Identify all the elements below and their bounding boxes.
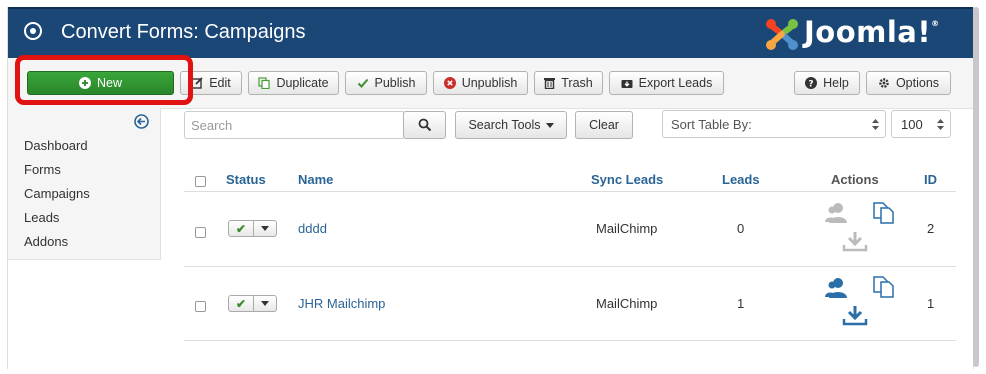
publish-button[interactable]: Publish [345, 71, 427, 95]
table-divider [184, 191, 956, 192]
sidebar-item-dashboard[interactable]: Dashboard [24, 138, 88, 153]
select-arrows-icon [937, 119, 944, 130]
sidebar-item-leads[interactable]: Leads [24, 210, 59, 225]
app-window: Convert Forms: Campaigns Joomla!® New Ed… [7, 7, 974, 369]
search-tools-button[interactable]: Search Tools [455, 111, 567, 139]
copy-icon [258, 77, 271, 89]
sort-table-select[interactable]: Sort Table By: [662, 110, 886, 138]
duplicate-button[interactable]: Duplicate [248, 71, 339, 95]
copy-icon[interactable] [872, 201, 896, 225]
search-input[interactable]: Search [184, 111, 405, 139]
copy-icon[interactable] [872, 275, 896, 299]
column-header-sync-leads[interactable]: Sync Leads [591, 172, 663, 187]
status-toggle[interactable]: ✔ [228, 295, 277, 312]
published-check-icon[interactable]: ✔ [229, 296, 254, 311]
view-leads-icon[interactable] [824, 277, 850, 299]
sidebar-item-campaigns[interactable]: Campaigns [24, 186, 90, 201]
help-button[interactable]: ? Help [794, 71, 860, 95]
sidebar-item-forms[interactable]: Forms [24, 162, 61, 177]
column-header-actions: Actions [831, 172, 879, 187]
joomla-logo-icon [766, 19, 798, 50]
trash-button[interactable]: Trash [534, 71, 603, 95]
row-checkbox[interactable] [195, 227, 206, 238]
status-toggle[interactable]: ✔ [228, 220, 277, 237]
leads-count-cell: 1 [737, 296, 745, 311]
sidebar-item-addons[interactable]: Addons [24, 234, 68, 249]
question-circle-icon: ? [805, 77, 818, 89]
trash-icon [544, 77, 556, 89]
options-button[interactable]: Options [866, 71, 951, 95]
campaign-name-link[interactable]: JHR Mailchimp [298, 296, 385, 311]
column-header-status[interactable]: Status [226, 172, 266, 187]
column-header-name[interactable]: Name [298, 172, 333, 187]
view-leads-icon-disabled [825, 203, 847, 223]
id-cell: 2 [927, 221, 935, 236]
page-header: Convert Forms: Campaigns Joomla!® [8, 7, 973, 58]
id-cell: 1 [927, 296, 935, 311]
collapse-sidebar-icon[interactable] [134, 114, 149, 129]
table-divider [184, 340, 956, 341]
sync-leads-cell: MailChimp [596, 296, 658, 311]
page-title: Convert Forms: Campaigns [61, 21, 306, 43]
select-arrows-icon [872, 119, 879, 130]
unpublish-x-icon [443, 77, 456, 89]
list-limit-select[interactable]: 100 [891, 110, 951, 138]
svg-text:?: ? [809, 79, 814, 89]
clear-button[interactable]: Clear [575, 111, 633, 139]
table-divider [184, 266, 956, 267]
sync-leads-cell: MailChimp [596, 221, 658, 236]
campaign-name-link[interactable]: dddd [298, 221, 327, 236]
leads-count-cell: 0 [737, 221, 745, 236]
published-check-icon[interactable]: ✔ [229, 221, 254, 236]
row-checkbox[interactable] [195, 301, 206, 312]
vertical-scrollbar[interactable] [973, 7, 979, 367]
download-box-icon [621, 77, 633, 89]
column-header-leads[interactable]: Leads [722, 172, 760, 187]
sidebar: Dashboard Forms Campaigns Leads Addons [8, 108, 161, 260]
caret-down-icon [545, 122, 554, 128]
joomla-logo-text: Joomla!® [804, 15, 940, 49]
caret-down-icon[interactable] [254, 296, 276, 311]
target-icon [24, 22, 42, 40]
edit-icon [191, 77, 203, 89]
new-button-highlight [15, 55, 193, 105]
column-header-id[interactable]: ID [924, 172, 937, 187]
search-button[interactable] [403, 111, 446, 139]
download-icon[interactable] [842, 304, 868, 326]
caret-down-icon[interactable] [254, 221, 276, 236]
gear-icon [878, 77, 890, 89]
export-leads-button[interactable]: Export Leads [609, 71, 724, 95]
unpublish-button[interactable]: Unpublish [433, 71, 528, 95]
download-icon-disabled [842, 232, 868, 252]
check-icon [357, 77, 369, 89]
select-all-checkbox[interactable] [195, 176, 206, 187]
search-icon [418, 118, 431, 132]
